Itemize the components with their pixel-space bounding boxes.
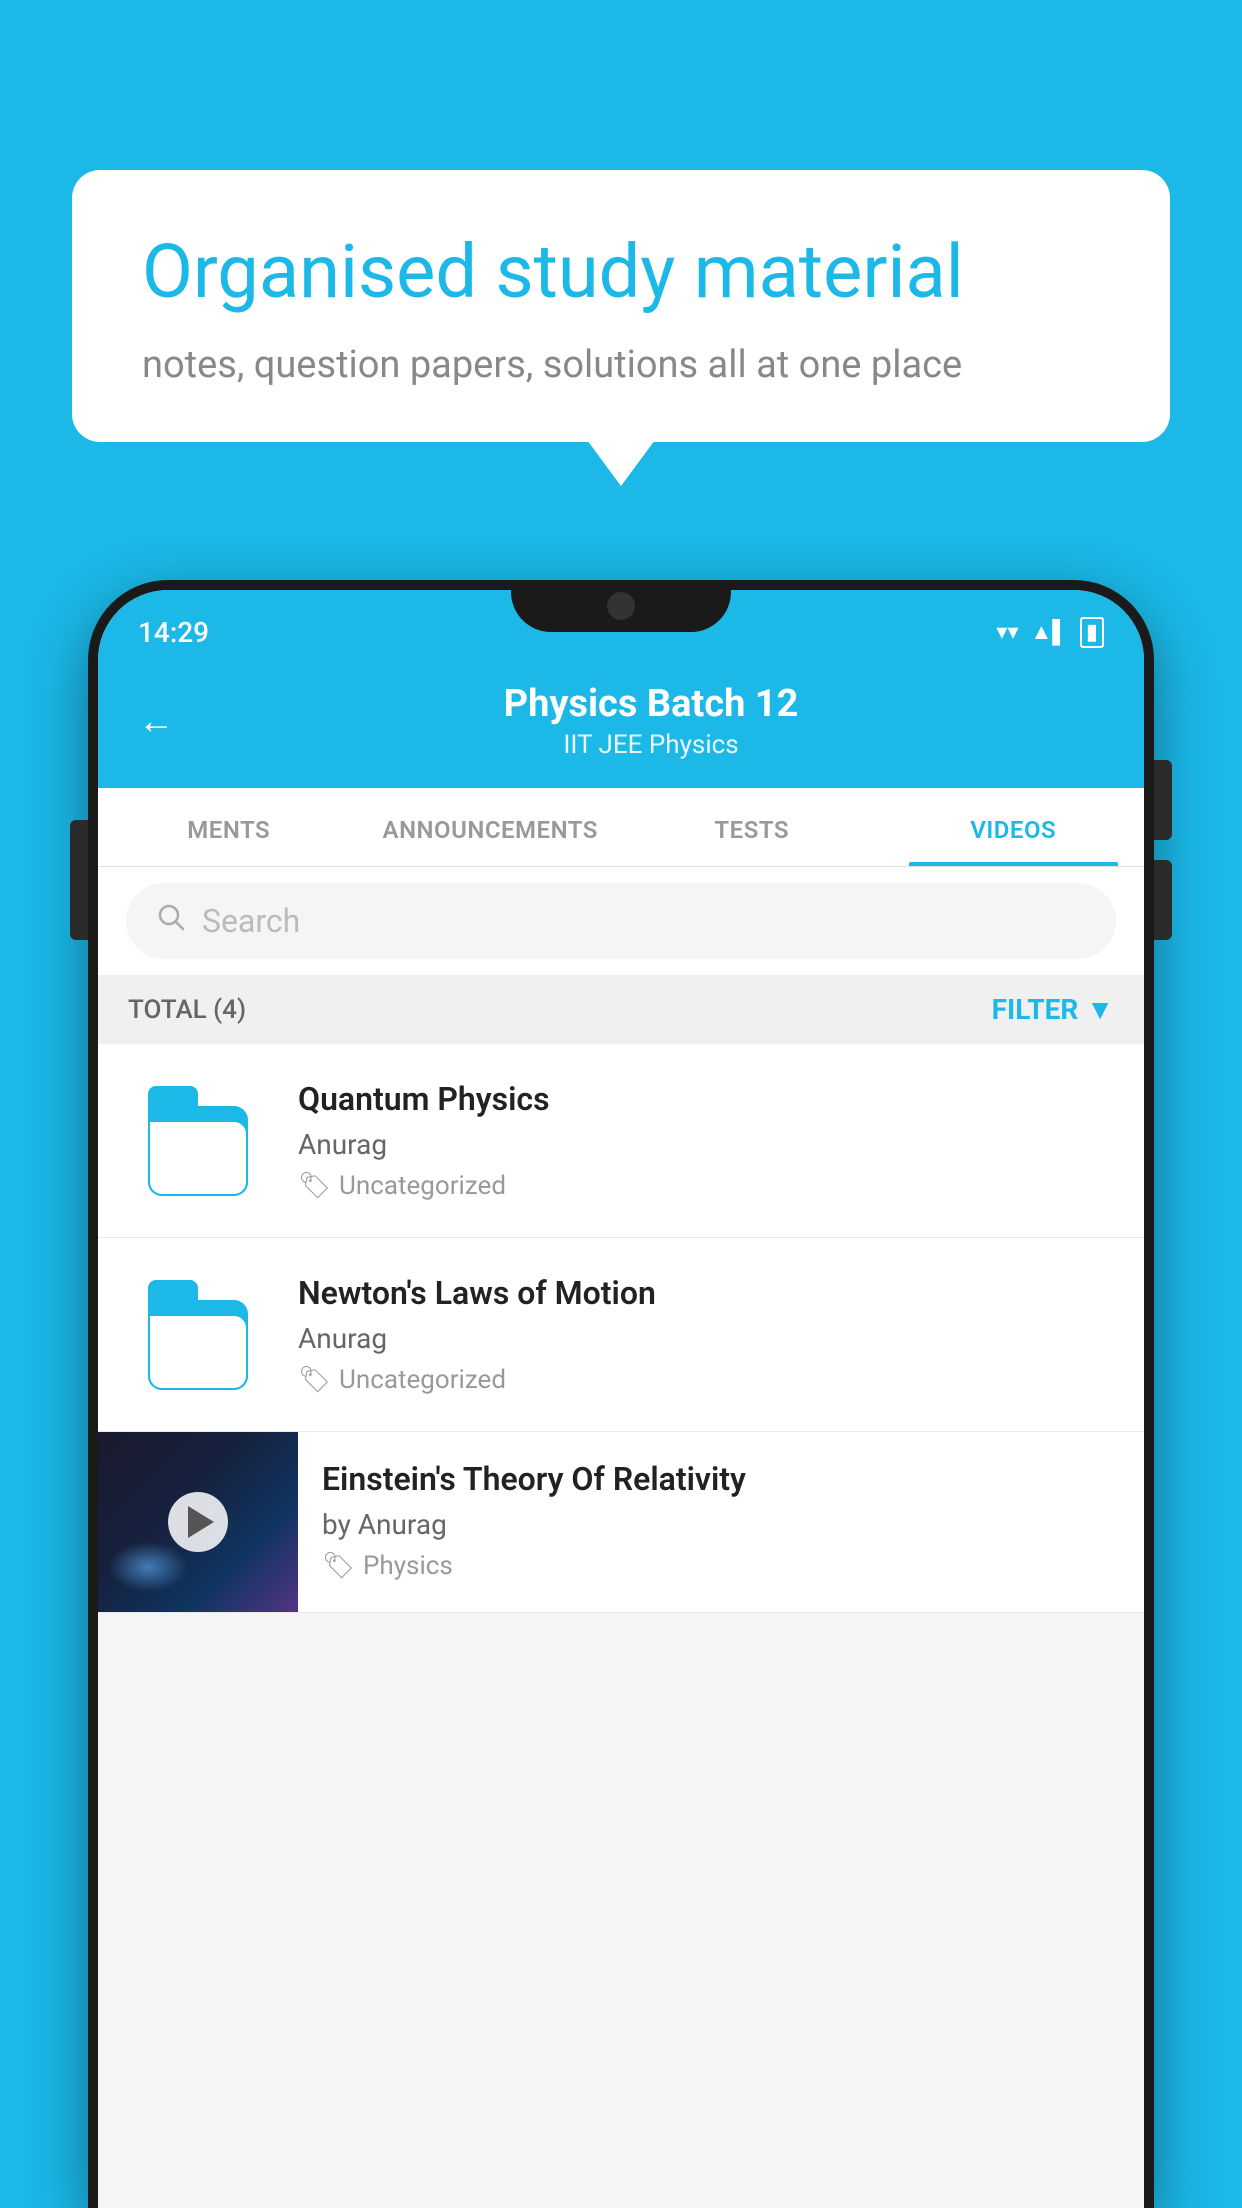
header-subtitle: IIT JEE Physics bbox=[198, 730, 1104, 760]
list-item[interactable]: Einstein's Theory Of Relativity by Anura… bbox=[98, 1432, 1144, 1613]
video-title: Einstein's Theory Of Relativity bbox=[322, 1460, 1120, 1498]
volume-down-button[interactable] bbox=[1154, 860, 1172, 940]
folder-thumbnail bbox=[128, 1280, 268, 1390]
tab-videos[interactable]: VIDEOS bbox=[883, 788, 1145, 866]
bubble-title: Organised study material bbox=[142, 230, 1100, 315]
phone-camera bbox=[607, 592, 635, 620]
tag-icon: 🏷 bbox=[322, 1551, 355, 1581]
bubble-subtitle: notes, question papers, solutions all at… bbox=[142, 343, 1100, 387]
wifi-icon: ▾▾ bbox=[996, 620, 1018, 645]
header-center: Physics Batch 12 IIT JEE Physics bbox=[198, 682, 1104, 760]
play-icon[interactable] bbox=[168, 1492, 228, 1552]
video-author: Anurag bbox=[298, 1128, 1114, 1161]
video-title: Newton's Laws of Motion bbox=[298, 1274, 1114, 1312]
video-tag: 🏷 Uncategorized bbox=[298, 1365, 1114, 1395]
tag-icon: 🏷 bbox=[298, 1365, 331, 1395]
status-icons: ▾▾ ▲▌ ▮ bbox=[996, 617, 1104, 648]
video-tag: 🏷 Physics bbox=[322, 1551, 1120, 1581]
filter-button[interactable]: FILTER ▼ bbox=[992, 993, 1114, 1026]
video-author: Anurag bbox=[298, 1322, 1114, 1355]
phone-frame: 14:29 ▾▾ ▲▌ ▮ ← Physics Batch 12 IIT JEE… bbox=[88, 580, 1154, 2208]
phone-screen: 14:29 ▾▾ ▲▌ ▮ ← Physics Batch 12 IIT JEE… bbox=[98, 590, 1144, 2208]
volume-up-button[interactable] bbox=[1154, 760, 1172, 840]
search-icon bbox=[156, 901, 186, 941]
tab-tests[interactable]: TESTS bbox=[621, 788, 883, 866]
tab-announcements[interactable]: ANNOUNCEMENTS bbox=[360, 788, 622, 866]
video-thumbnail bbox=[98, 1432, 298, 1612]
list-item[interactable]: Quantum Physics Anurag 🏷 Uncategorized bbox=[98, 1044, 1144, 1238]
tab-ments[interactable]: MENTS bbox=[98, 788, 360, 866]
video-title: Quantum Physics bbox=[298, 1080, 1114, 1118]
video-info: Quantum Physics Anurag 🏷 Uncategorized bbox=[298, 1080, 1114, 1201]
search-bar[interactable]: Search bbox=[126, 883, 1116, 959]
battery-icon: ▮ bbox=[1080, 617, 1104, 648]
phone-notch bbox=[511, 580, 731, 632]
tag-icon: 🏷 bbox=[298, 1171, 331, 1201]
video-info: Einstein's Theory Of Relativity by Anura… bbox=[298, 1432, 1144, 1609]
folder-thumbnail bbox=[128, 1086, 268, 1196]
search-placeholder: Search bbox=[202, 902, 300, 940]
tab-bar: MENTS ANNOUNCEMENTS TESTS VIDEOS bbox=[98, 788, 1144, 867]
signal-icon: ▲▌ bbox=[1031, 619, 1068, 645]
video-list: Quantum Physics Anurag 🏷 Uncategorized bbox=[98, 1044, 1144, 1613]
app-header: ← Physics Batch 12 IIT JEE Physics bbox=[98, 662, 1144, 788]
search-container: Search bbox=[98, 867, 1144, 975]
video-author: by Anurag bbox=[322, 1508, 1120, 1541]
back-button[interactable]: ← bbox=[138, 700, 174, 742]
total-count: TOTAL (4) bbox=[128, 995, 246, 1025]
header-title: Physics Batch 12 bbox=[198, 682, 1104, 726]
power-button[interactable] bbox=[70, 820, 88, 940]
list-item[interactable]: Newton's Laws of Motion Anurag 🏷 Uncateg… bbox=[98, 1238, 1144, 1432]
filter-bar: TOTAL (4) FILTER ▼ bbox=[98, 975, 1144, 1044]
video-tag: 🏷 Uncategorized bbox=[298, 1171, 1114, 1201]
speech-bubble: Organised study material notes, question… bbox=[72, 170, 1170, 442]
video-info: Newton's Laws of Motion Anurag 🏷 Uncateg… bbox=[298, 1274, 1114, 1395]
status-time: 14:29 bbox=[138, 616, 209, 649]
